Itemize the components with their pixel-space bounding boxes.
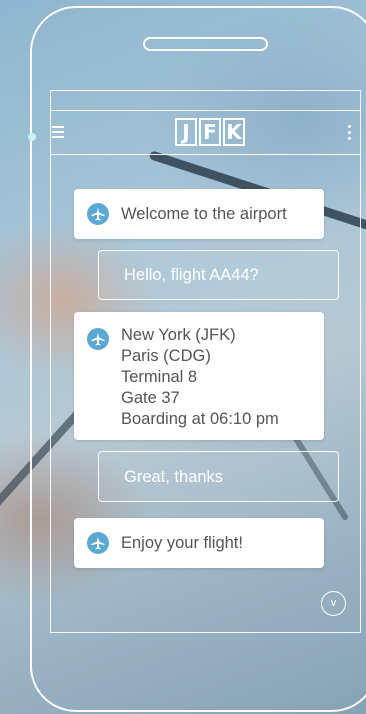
flight-destination: Paris (CDG): [121, 347, 211, 365]
jfk-logo: J F K: [175, 118, 245, 146]
message-text: Great, thanks: [124, 468, 224, 486]
phone-speaker: [143, 37, 268, 51]
flight-origin: New York (JFK): [121, 326, 236, 344]
airport-message: New York (JFK) Paris (CDG) Terminal 8 Ga…: [74, 312, 324, 440]
message-text: Enjoy your flight!: [121, 534, 243, 552]
airport-message: Enjoy your flight!: [74, 518, 324, 568]
flight-gate: Gate 37: [121, 389, 180, 407]
message-text: Hello, flight AA44?: [124, 266, 259, 284]
menu-indicator-dot: [28, 133, 36, 141]
flight-terminal: Terminal 8: [121, 368, 198, 386]
app-header: J F K: [28, 110, 361, 155]
plane-icon: [87, 328, 109, 350]
flight-boarding-time: Boarding at 06:10 pm: [121, 410, 279, 428]
chevron-down-icon[interactable]: v: [321, 591, 346, 616]
flight-details: New York (JFK) Paris (CDG) Terminal 8 Ga…: [121, 325, 279, 430]
user-message: Great, thanks: [98, 451, 339, 502]
airport-message: Welcome to the airport: [74, 189, 324, 239]
logo-letter: J: [175, 118, 197, 146]
message-text: Welcome to the airport: [121, 205, 287, 223]
plane-icon: [87, 203, 109, 225]
hamburger-menu-icon[interactable]: [28, 126, 64, 141]
logo-letter: K: [223, 118, 245, 146]
logo-letter: F: [199, 118, 221, 146]
plane-icon: [87, 532, 109, 554]
more-options-icon[interactable]: [348, 125, 352, 143]
user-message: Hello, flight AA44?: [98, 250, 339, 300]
